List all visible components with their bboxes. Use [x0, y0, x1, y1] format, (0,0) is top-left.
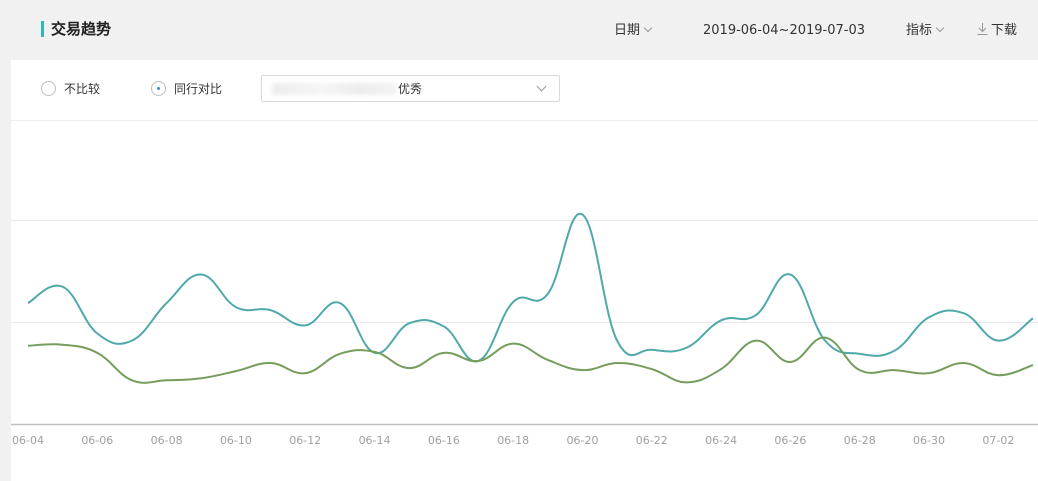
x-tick-label: 06-22	[636, 434, 668, 447]
x-tick-label: 06-20	[566, 434, 598, 447]
x-tick-label: 06-12	[289, 434, 321, 447]
x-tick-label: 06-26	[774, 434, 806, 447]
x-tick-label: 07-02	[982, 434, 1014, 447]
x-tick-label: 06-18	[497, 434, 529, 447]
series-line-b	[27, 336, 1034, 384]
trend-chart: 06-04 06-06 06-08 06-10 06-12 06-14 06-16 06-18…	[11, 212, 1038, 447]
x-tick-label: 06-28	[844, 434, 876, 447]
x-tick-label: 06-04	[12, 434, 44, 447]
x-tick-label: 06-16	[428, 434, 460, 447]
x-tick-label: 06-06	[81, 434, 113, 447]
x-tick-label: 06-08	[151, 434, 183, 447]
x-tick-label: 06-14	[359, 434, 391, 447]
series-line-a	[27, 212, 1034, 363]
x-tick-label: 06-30	[913, 434, 945, 447]
x-tick-label: 06-24	[705, 434, 737, 447]
x-tick-label: 06-10	[220, 434, 252, 447]
